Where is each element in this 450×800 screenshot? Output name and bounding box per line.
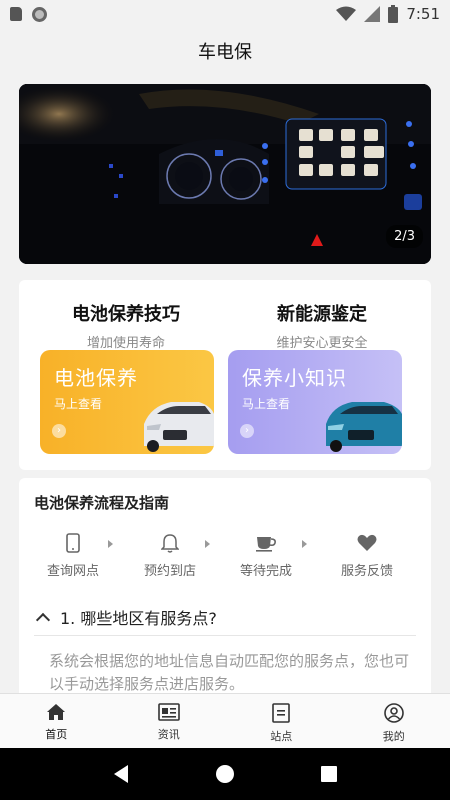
step-feedback[interactable]: 服务反馈 [327, 532, 407, 579]
promo-tile-link: 马上查看 [54, 397, 103, 411]
station-icon [272, 703, 291, 723]
tab-label: 资讯 [157, 728, 180, 741]
process-steps: 查询网点 预约到店 等待完成 服务反馈 [19, 532, 431, 582]
tab-label: 我的 [382, 730, 405, 743]
step-label: 服务反馈 [340, 564, 393, 579]
section-title: 电池保养流程及指南 [34, 494, 170, 512]
promo-subtitle: 维护安心更安全 [276, 336, 368, 351]
tab-label: 站点 [270, 730, 293, 743]
promo-tile-title: 电池保养 [54, 366, 138, 390]
phone-icon [66, 533, 80, 553]
chevron-right-icon: › [240, 424, 254, 438]
user-icon [383, 703, 404, 723]
home-icon [47, 704, 66, 720]
faq-question[interactable]: 1. 哪些地区有服务点? [34, 598, 416, 636]
system-nav-bar [0, 748, 450, 800]
tab-station[interactable]: 站点 [225, 694, 338, 748]
sd-card-icon [10, 7, 22, 21]
home-button-icon[interactable] [215, 764, 235, 784]
arrow-right-icon [302, 540, 307, 548]
bell-icon [161, 534, 179, 553]
step-book-visit[interactable]: 预约到店 [130, 532, 210, 579]
banner-page-indicator: 2/3 [386, 225, 423, 248]
back-icon[interactable] [112, 764, 130, 784]
car-image [144, 402, 214, 452]
promo-title: 电池保养技巧 [72, 304, 180, 325]
page-title: 车电保 [0, 28, 450, 74]
wifi-icon [336, 6, 357, 21]
status-bar: 7:51 [0, 0, 450, 28]
promo-tile-maintenance-tips[interactable]: 保养小知识 马上查看 › [228, 350, 402, 454]
bottom-tab-bar: 首页 资讯 站点 我的 [0, 693, 450, 748]
promo-title: 新能源鉴定 [277, 304, 367, 325]
step-label: 等待完成 [239, 564, 292, 579]
promo-ev-inspection[interactable]: 新能源鉴定 维护安心更安全 [227, 300, 417, 351]
arrow-right-icon [108, 540, 113, 548]
promo-section: 电池保养技巧 增加使用寿命 电池保养 马上查看 › 新能源鉴定 维护安心更安全 … [19, 280, 431, 470]
heart-icon [357, 534, 377, 551]
guide-section: 电池保养流程及指南 查询网点 预约到店 等待完成 服务反馈 1. 哪些地区有服务… [19, 478, 431, 693]
arrow-right-icon [205, 540, 210, 548]
cell-signal-icon [364, 6, 381, 22]
step-label: 预约到店 [143, 564, 196, 579]
banner-image [19, 84, 431, 264]
step-label: 查询网点 [46, 564, 99, 579]
car-image [326, 402, 402, 452]
faq-question-text: 1. 哪些地区有服务点? [60, 608, 217, 628]
promo-battery-tips[interactable]: 电池保养技巧 增加使用寿命 [31, 300, 221, 351]
battery-icon [388, 5, 399, 23]
recents-icon[interactable] [320, 765, 338, 783]
chevron-up-icon [35, 612, 51, 627]
tab-label: 首页 [45, 728, 68, 741]
news-icon [157, 703, 180, 721]
tab-profile[interactable]: 我的 [338, 694, 450, 748]
step-find-station[interactable]: 查询网点 [33, 532, 113, 579]
circle-app-icon [32, 6, 47, 22]
coffee-cup-icon [256, 537, 276, 552]
chevron-right-icon: › [52, 424, 66, 438]
promo-subtitle: 增加使用寿命 [86, 336, 165, 351]
clock: 7:51 [406, 5, 440, 23]
tab-home[interactable]: 首页 [0, 694, 113, 748]
faq-answer: 系统会根据您的地址信息自动匹配您的服务点，您也可以手动选择服务点进店服务。 [49, 652, 410, 693]
tab-news[interactable]: 资讯 [113, 694, 226, 748]
banner-carousel[interactable]: 2/3 [19, 84, 431, 264]
promo-tile-battery-care[interactable]: 电池保养 马上查看 › [40, 350, 214, 454]
step-wait-complete[interactable]: 等待完成 [226, 532, 306, 579]
promo-tile-link: 马上查看 [242, 397, 291, 411]
